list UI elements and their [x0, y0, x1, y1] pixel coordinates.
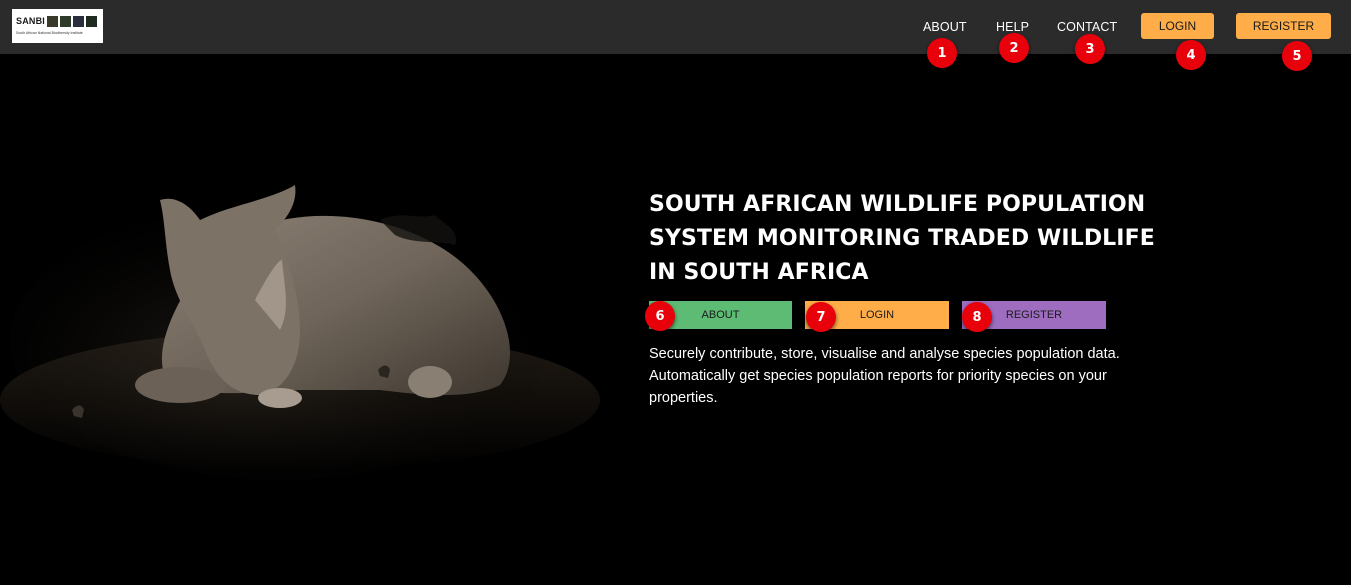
marker-badge: 7 — [806, 302, 836, 332]
marker-badge: 6 — [645, 301, 675, 331]
sanbi-logo[interactable]: SANBI South African National Biodiversit… — [12, 9, 103, 43]
logo-emblem-icon — [73, 15, 85, 27]
logo-subtitle: South African National Biodiversity Inst… — [16, 31, 83, 35]
nav-about-link[interactable]: ABOUT — [923, 20, 967, 34]
top-navigation-bar: SANBI South African National Biodiversit… — [0, 0, 1351, 54]
rhino-hero-image — [0, 160, 600, 480]
hero-description: Securely contribute, store, visualise an… — [649, 346, 1120, 406]
nav-login-button[interactable]: LOGIN — [1141, 13, 1214, 39]
nav-help-link[interactable]: HELP — [996, 20, 1029, 34]
hero-headline: SOUTH AFRICAN WILDLIFE POPULATION SYSTEM… — [649, 192, 1155, 285]
marker-badge: 2 — [999, 33, 1029, 63]
logo-name: SANBI — [16, 16, 46, 26]
marker-badge: 4 — [1176, 40, 1206, 70]
nav-register-button[interactable]: REGISTER — [1236, 13, 1331, 39]
marker-badge: 3 — [1075, 34, 1105, 64]
logo-emblem-icon — [86, 15, 98, 27]
marker-badge: 1 — [927, 38, 957, 68]
marker-badge: 8 — [962, 302, 992, 332]
marker-badge: 5 — [1282, 41, 1312, 71]
logo-emblem-icon — [47, 15, 59, 27]
logo-emblem-icon — [60, 15, 72, 27]
nav-contact-link[interactable]: CONTACT — [1057, 20, 1117, 34]
